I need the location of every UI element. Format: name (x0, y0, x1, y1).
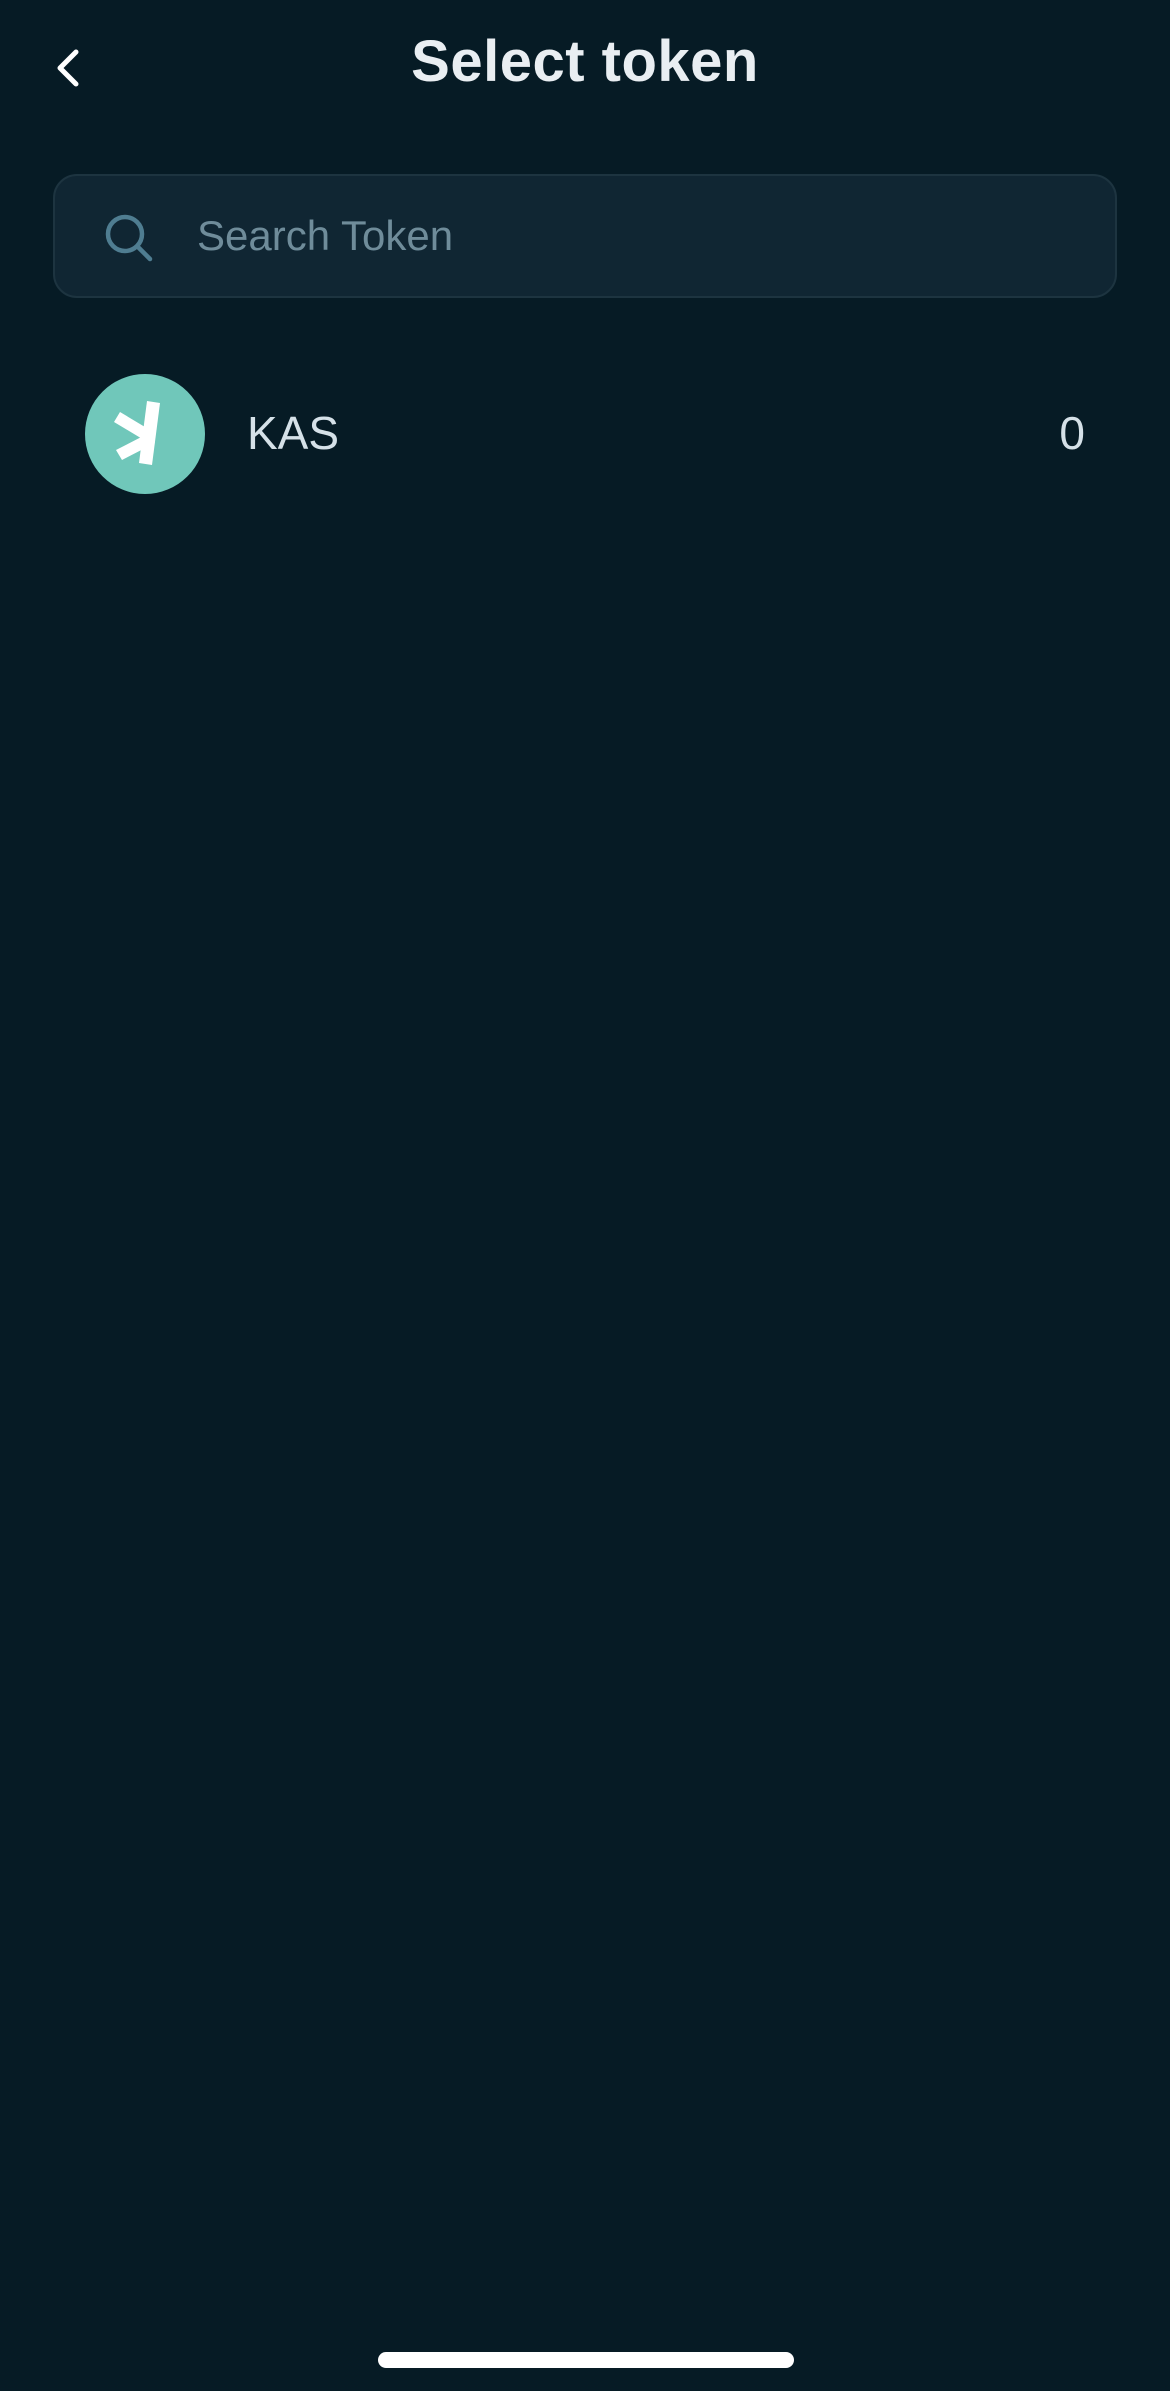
search-icon (105, 214, 153, 262)
search-input[interactable] (185, 176, 1085, 296)
select-token-screen: Select token KAS 0 (0, 0, 1170, 2391)
token-list-item[interactable]: KAS 0 (53, 364, 1117, 504)
token-balance: 0 (1059, 407, 1085, 459)
header: Select token (0, 0, 1170, 130)
kaspa-logo-icon (85, 374, 205, 494)
home-indicator[interactable] (378, 2352, 794, 2368)
page-title: Select token (411, 29, 759, 94)
search-bar[interactable] (53, 174, 1117, 298)
token-name: KAS (247, 407, 340, 459)
